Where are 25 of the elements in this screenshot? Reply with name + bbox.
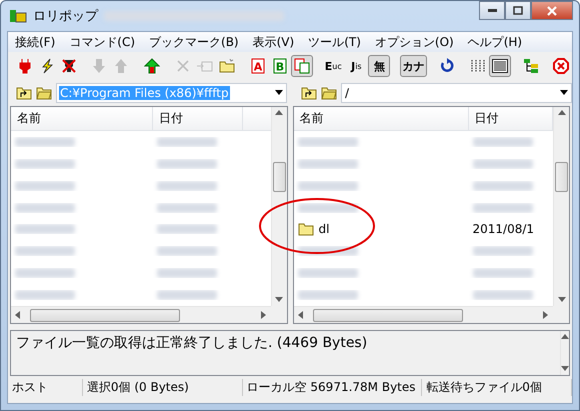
status-text: 選択0個 (0 Bytes)	[82, 378, 243, 396]
file-date: 2011/08/1	[472, 222, 534, 236]
path-combo-box[interactable]: /	[341, 83, 572, 103]
status-text: ローカル空 56971.78M Bytes	[242, 378, 422, 396]
menu-item[interactable]: ヘルプ(H)	[460, 34, 530, 50]
document-letter-icon[interactable]: B	[272, 58, 287, 74]
menu-item[interactable]: ツール(T)	[301, 34, 368, 50]
column-header[interactable]: 日付	[153, 107, 243, 130]
file-name[interactable]: dl	[318, 222, 330, 236]
log-message: ファイル一覧の取得は正常終了しました. (4469 Bytes)	[15, 334, 368, 353]
toolbar-button[interactable]: 無	[368, 55, 390, 77]
menu-item[interactable]: コマンド(C)	[62, 34, 142, 50]
column-header[interactable]: 名前	[11, 107, 153, 130]
document-letter-icon[interactable]: A	[250, 58, 265, 74]
column-header[interactable]: 名前	[294, 107, 468, 130]
toolbar-button[interactable]: A	[247, 55, 268, 77]
toolbar-button[interactable]: B	[269, 55, 290, 77]
menu-item[interactable]: ブックマーク(B)	[142, 34, 246, 50]
toolbar-button[interactable]: カナ	[400, 55, 427, 77]
menu-item[interactable]: 表示(V)	[246, 34, 302, 50]
status-text: ホスト	[8, 378, 83, 396]
menu-item[interactable]: オプション(O)	[368, 34, 461, 50]
window-title: ロリポップ	[33, 8, 98, 25]
menu-item[interactable]: 接続(F)	[8, 34, 62, 50]
status-text: 転送待ちファイル0個	[422, 378, 572, 396]
